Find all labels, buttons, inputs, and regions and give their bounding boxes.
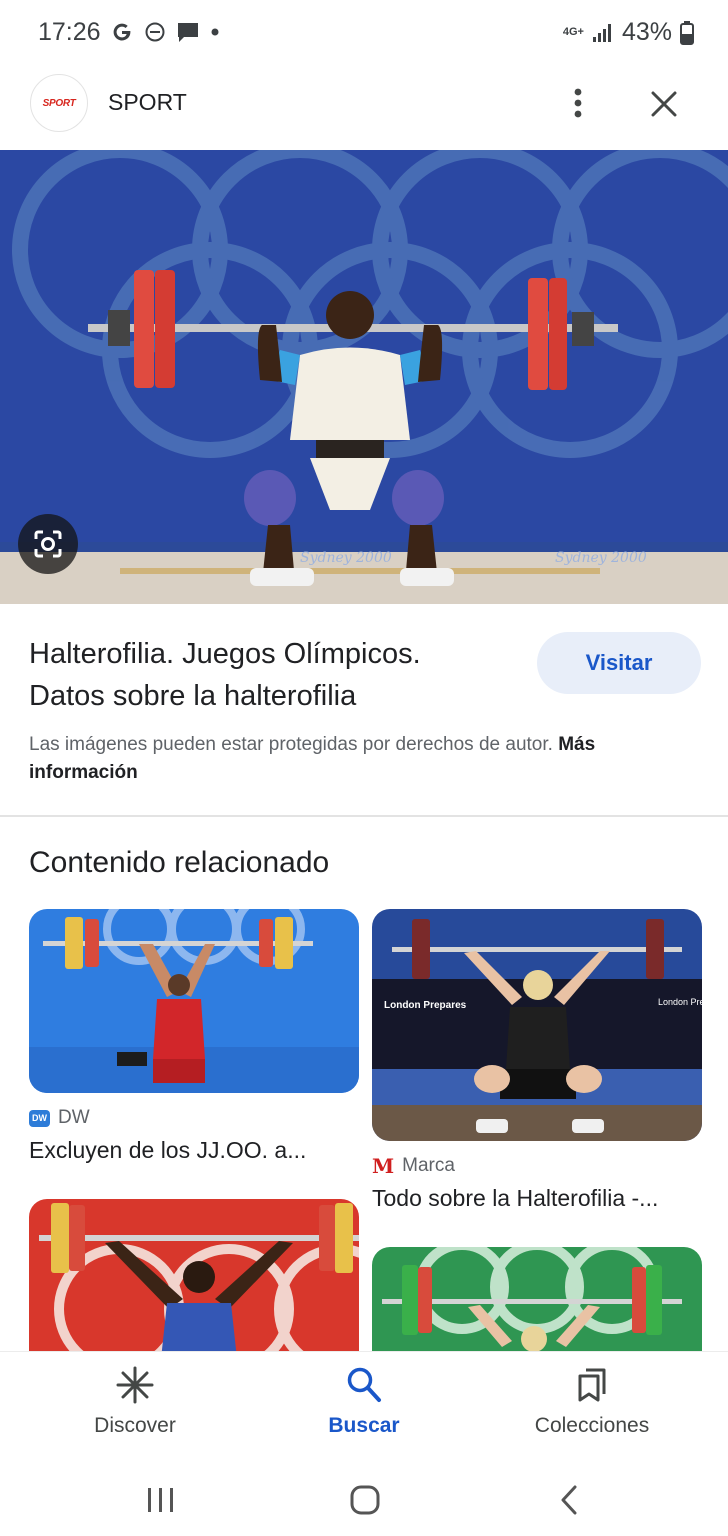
home-icon (350, 1485, 380, 1515)
hero-image[interactable]: Sydney 2000 Sydney 2000 (0, 150, 728, 604)
dot-icon (211, 28, 219, 36)
result-title[interactable]: Halterofilia. Juegos Olímpicos. Datos so… (29, 633, 499, 717)
chat-icon (178, 23, 198, 42)
battery-percent: 43% (621, 18, 672, 46)
close-button[interactable] (642, 82, 686, 126)
card-thumbnail (372, 1247, 702, 1352)
status-bar: 17:26 4G+ 43% (0, 0, 728, 66)
card-thumbnail (29, 909, 359, 1093)
card-title: Excluyen de los JJ.OO. a... (29, 1137, 307, 1163)
more-vert-icon (574, 88, 582, 118)
related-card[interactable] (372, 1247, 702, 1352)
card-thumbnail: London Prepares London Pre (372, 909, 702, 1141)
card-thumbnail (29, 1199, 359, 1352)
card-source-name: Marca (402, 1155, 455, 1176)
site-name: SPORT (108, 89, 187, 115)
network-type: 4G+ (562, 26, 584, 38)
card2-banner-left: London Prepares (384, 1000, 467, 1011)
status-right: 4G+ 43% (563, 18, 694, 47)
status-left-icons (110, 20, 220, 44)
hero-watermark-left: Sydney 2000 (300, 550, 392, 566)
related-card[interactable] (29, 1199, 359, 1352)
nav-buscar[interactable]: Buscar (284, 1366, 444, 1446)
nav-colecciones-label: Colecciones (534, 1414, 650, 1437)
site-logo[interactable]: SPORT (30, 74, 88, 132)
card-title: Todo sobre la Halterofilia -... (372, 1185, 659, 1211)
home-button[interactable] (340, 1480, 390, 1520)
search-icon (347, 1367, 381, 1402)
card-source: M Marca (372, 1155, 702, 1177)
google-g-icon (113, 23, 131, 41)
copyright-note: Las imágenes pueden estar protegidas por… (29, 731, 699, 787)
collections-icon (578, 1368, 606, 1402)
card-source-name: DW (58, 1107, 90, 1128)
app-header: SPORT SPORT (0, 66, 728, 148)
do-not-disturb-icon (145, 22, 165, 42)
back-button[interactable] (544, 1480, 594, 1520)
recent-apps-icon (148, 1488, 173, 1512)
back-icon (561, 1485, 577, 1515)
system-nav (0, 1462, 728, 1536)
visit-button[interactable]: Visitar (537, 632, 701, 694)
card-source: DW DW (29, 1107, 359, 1129)
nav-buscar-label: Buscar (328, 1414, 400, 1437)
bottom-nav: Discover Buscar Colecciones (0, 1352, 728, 1462)
site-logo-text: SPORT (42, 97, 76, 109)
nav-discover-label: Discover (94, 1414, 176, 1437)
recent-apps-button[interactable] (136, 1480, 186, 1520)
nav-discover[interactable]: Discover (55, 1366, 215, 1446)
asterisk-icon (116, 1366, 154, 1404)
status-time: 17:26 (38, 18, 101, 46)
related-heading: Contenido relacionado (29, 846, 330, 879)
nav-colecciones[interactable]: Colecciones (512, 1366, 672, 1446)
copyright-text: Las imágenes pueden estar protegidas por… (29, 734, 553, 755)
hero-image-illustration: Sydney 2000 Sydney 2000 (0, 150, 728, 604)
close-icon (651, 91, 677, 117)
hero-watermark-right: Sydney 2000 (555, 550, 647, 566)
related-card[interactable]: DW DW Excluyen de los JJ.OO. a... (29, 909, 359, 1164)
marca-logo-icon: M (372, 1154, 395, 1178)
signal-icon (592, 23, 611, 42)
battery-icon (680, 20, 694, 45)
card2-banner-right: London Pre (658, 997, 702, 1007)
divider (0, 815, 728, 817)
lens-search-button[interactable] (18, 514, 78, 574)
related-card[interactable]: London Prepares London Pre M Marca Todo … (372, 909, 702, 1212)
lens-icon (34, 530, 62, 558)
more-options-button[interactable] (560, 82, 596, 124)
dw-logo-icon: DW (29, 1109, 50, 1127)
